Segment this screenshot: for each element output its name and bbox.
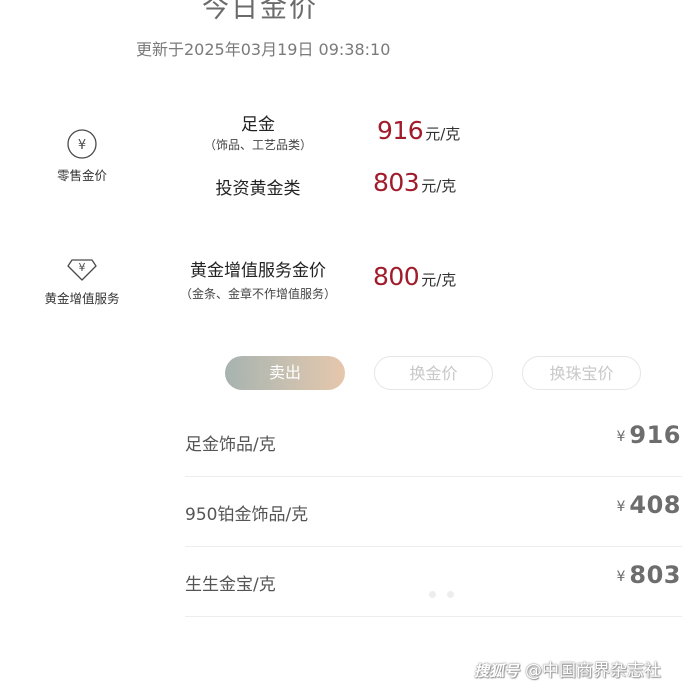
price-unit: 元/克 [421,271,457,289]
list-item: 生生金宝/克 ¥803 [185,547,682,617]
list-item: 足金饰品/克 ¥916 [185,407,682,477]
svg-text:¥: ¥ [79,261,86,274]
watermark-text: @中国商界杂志社 [525,661,662,681]
page-dot[interactable] [429,591,436,598]
price-unit: 元/克 [425,125,461,143]
list-item-price: ¥916 [616,421,681,449]
list-item-label: 足金饰品/克 [185,435,276,455]
list-item-label: 生生金宝/克 [185,575,276,595]
price-value: 803 [373,168,420,197]
product-name-investment-gold: 投资黄金类 [215,179,301,199]
product-sub-value-added: （金条、金章不作增值服务） [179,287,336,301]
price-investment-gold: 803 元/克 [373,168,456,197]
list-item-price: ¥408 [616,491,681,519]
price-pure-gold: 916 元/克 [377,116,460,145]
list-item: 950铂金饰品/克 ¥408 [185,477,682,547]
tab-sell[interactable]: 卖出 [225,356,345,390]
list-item-price-value: 916 [629,421,681,449]
tab-exchange-gold[interactable]: 换金价 [374,356,493,390]
update-timestamp: 更新于2025年03月19日 09:38:10 [136,40,391,59]
product-name-value-added: 黄金增值服务金价 [190,261,326,281]
currency-symbol: ¥ [616,569,626,585]
list-item-price-value: 803 [629,561,681,589]
price-value: 916 [377,116,424,145]
page-title: 今日金价 [202,0,318,24]
tab-exchange-jewelry[interactable]: 换珠宝价 [522,356,641,390]
list-item-label: 950铂金饰品/克 [185,505,309,525]
price-value-added: 800 元/克 [373,262,456,291]
watermark: 搜狐号 @中国商界杂志社 [474,656,661,681]
category-value-added-label: 黄金增值服务 [44,291,120,306]
currency-symbol: ¥ [616,429,626,445]
watermark-logo: 搜狐号 [474,662,520,680]
category-retail-label: 零售金价 [56,168,107,183]
product-sub-pure-gold: （饰品、工艺品类） [203,138,312,152]
category-retail: ¥ 零售金价 [27,127,137,184]
price-value: 800 [373,262,420,291]
yen-circle-icon: ¥ [65,127,99,161]
price-unit: 元/克 [421,177,457,195]
svg-text:¥: ¥ [78,138,86,153]
page-dot[interactable] [447,591,454,598]
yen-diamond-icon: ¥ [65,250,99,284]
currency-symbol: ¥ [616,499,626,515]
product-name-pure-gold: 足金 [241,115,275,135]
list-item-price: ¥803 [616,561,681,589]
list-item-price-value: 408 [629,491,681,519]
category-value-added: ¥ 黄金增值服务 [27,250,137,307]
